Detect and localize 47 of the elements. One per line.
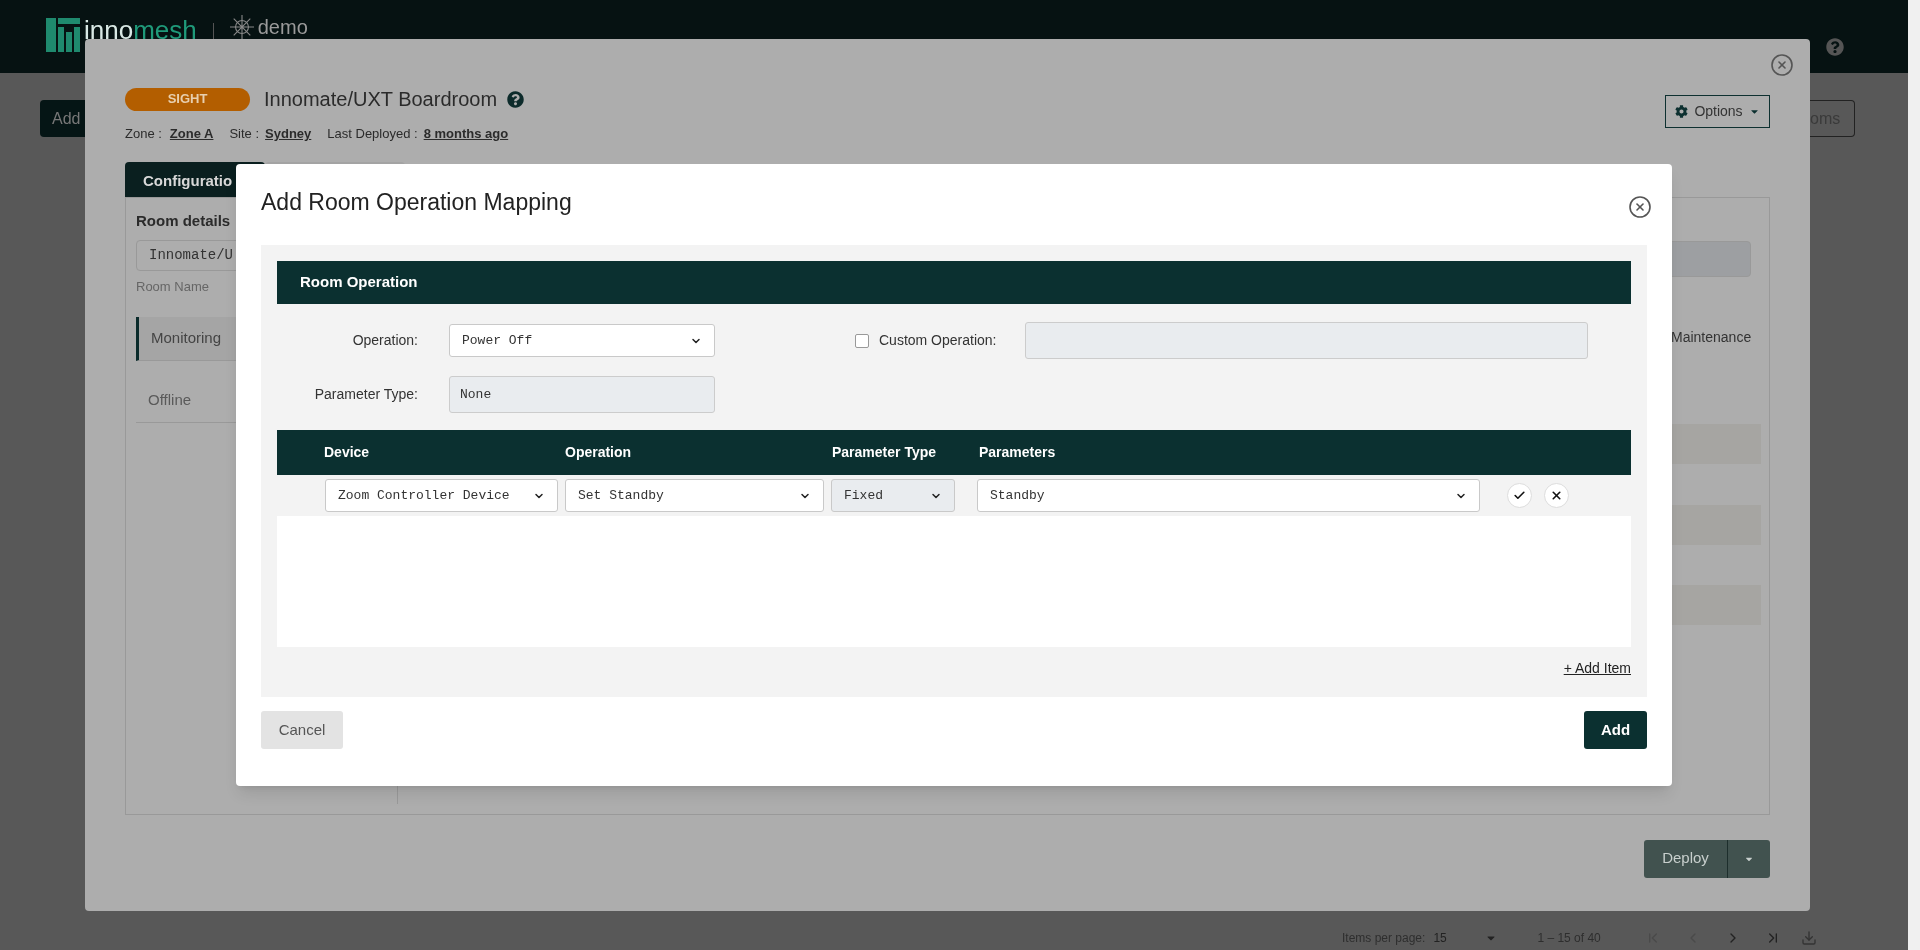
close-icon <box>1550 489 1563 502</box>
zone-link[interactable]: Zone A <box>169 124 214 144</box>
room-details-heading: Room details <box>136 210 232 231</box>
parameter-type-field[interactable]: None <box>449 376 715 413</box>
column-header: Operation <box>565 443 633 462</box>
site-label: Site : <box>229 125 260 143</box>
room-name-label: Room Name <box>136 278 209 296</box>
site-link[interactable]: Sydney <box>265 124 312 144</box>
add-button[interactable]: Add <box>40 100 85 137</box>
operation-label: Operation: <box>351 331 418 350</box>
parameter-type-label: Parameter Type: <box>313 385 418 404</box>
logo-icon <box>46 18 80 52</box>
zone-label: Zone : <box>125 125 162 143</box>
column-header: Device <box>324 443 371 462</box>
room-title: Innomate/UXT Boardroom <box>264 87 498 112</box>
close-icon[interactable] <box>1770 53 1794 77</box>
tenant-name: demo <box>257 17 308 37</box>
status-label: Maintenance <box>1671 327 1752 347</box>
column-header: Parameters <box>979 443 1057 462</box>
add-item-link[interactable]: + Add Item <box>1563 658 1631 679</box>
section-header: Room Operation <box>277 261 1631 304</box>
operation-select[interactable]: Set Standby <box>565 479 824 512</box>
add-button[interactable]: Add <box>1584 711 1647 749</box>
last-deployed-link[interactable]: 8 months ago <box>423 124 509 144</box>
brand-name: innomesh <box>84 17 197 43</box>
help-icon[interactable] <box>507 90 525 108</box>
status-field[interactable] <box>1671 240 1751 277</box>
close-icon[interactable] <box>1628 194 1652 219</box>
cancel-button[interactable]: Cancel <box>261 711 343 749</box>
parameter-type-select[interactable]: Fixed <box>831 479 955 512</box>
type-badge: SIGHT <box>125 87 250 111</box>
snowflake-icon <box>229 15 254 39</box>
last-deployed-label: Last Deployed : <box>327 125 418 143</box>
checkbox[interactable] <box>855 333 869 348</box>
deploy-button[interactable]: Deploy <box>1644 839 1770 878</box>
download-icon[interactable] <box>1800 930 1817 946</box>
device-select[interactable]: Zoom Controller Device <box>325 479 558 512</box>
custom-operation-field[interactable] <box>1024 322 1588 359</box>
gear-icon <box>1675 105 1689 118</box>
check-icon <box>1513 489 1526 502</box>
options-button[interactable]: Options <box>1665 95 1770 128</box>
operation-select[interactable]: Power Off <box>449 324 715 357</box>
column-header: Parameter Type <box>832 443 937 462</box>
custom-operation-label: Custom Operation: <box>879 331 997 350</box>
parameters-select[interactable]: Standby <box>977 479 1480 512</box>
confirm-button[interactable] <box>1507 483 1532 508</box>
remove-button[interactable] <box>1544 483 1569 508</box>
